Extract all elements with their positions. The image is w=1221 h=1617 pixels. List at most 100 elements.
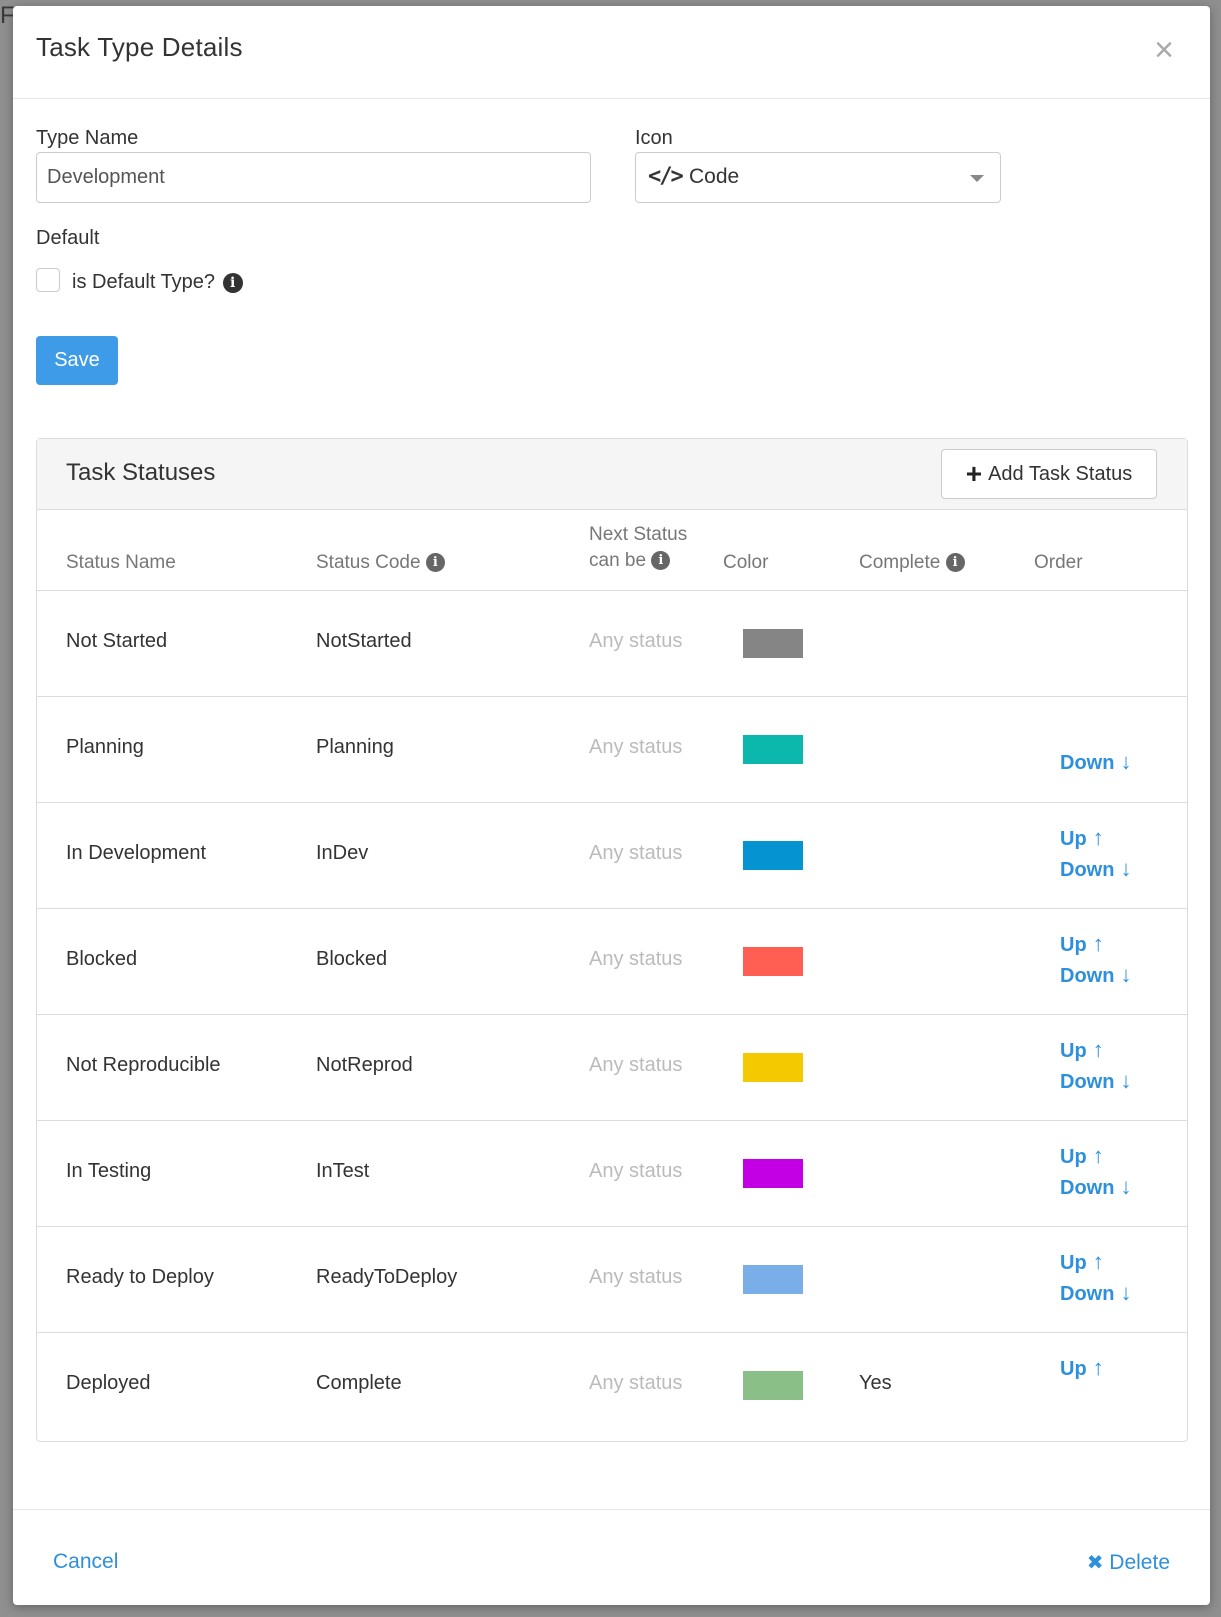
move-up-label: Up xyxy=(1060,1146,1087,1168)
status-code: Complete xyxy=(316,1372,402,1394)
column-header-next-status-line2-wrap: can be i xyxy=(589,548,687,574)
color-swatch xyxy=(743,735,803,764)
next-status: Any status xyxy=(589,630,683,652)
info-icon[interactable]: i xyxy=(425,553,445,573)
task-statuses-panel: Task Statuses + Add Task Status Status N… xyxy=(36,438,1188,1442)
info-icon[interactable]: i xyxy=(651,551,671,571)
column-header-order: Order xyxy=(1034,552,1083,573)
move-up-label: Up xyxy=(1060,1040,1087,1062)
move-down-label: Down xyxy=(1060,859,1115,881)
move-down-link[interactable]: Down ↓ xyxy=(1060,1278,1132,1309)
move-up-link[interactable]: Up ↑ xyxy=(1060,929,1132,960)
table-row[interactable]: Not Reproducible NotReprod Any status Up ↑ D… xyxy=(37,1015,1187,1121)
order-controls: Up ↑ Down ↓ xyxy=(1060,929,1132,991)
table-row[interactable]: In Testing InTest Any status Up ↑ Down ↓ xyxy=(37,1121,1187,1227)
arrow-up-icon: ↑ xyxy=(1086,1355,1104,1380)
arrow-down-icon: ↓ xyxy=(1114,1280,1132,1305)
status-code: InTest xyxy=(316,1160,370,1182)
delete-label: Delete xyxy=(1109,1551,1170,1574)
move-up-link[interactable]: Up ↑ xyxy=(1060,1035,1132,1066)
next-status: Any status xyxy=(589,1160,683,1182)
column-header-color: Color xyxy=(723,552,769,573)
move-down-link[interactable]: Down ↓ xyxy=(1060,747,1132,778)
column-header-next-status: Next Status can be i xyxy=(589,522,687,574)
move-down-label: Down xyxy=(1060,965,1115,987)
order-controls: Up ↑ Down ↓ xyxy=(1060,1141,1132,1203)
status-code: InDev xyxy=(316,842,369,864)
delete-icon: ✖ xyxy=(1086,1552,1104,1574)
move-down-label: Down xyxy=(1060,1071,1115,1093)
color-swatch xyxy=(743,947,803,976)
complete-value: Yes xyxy=(859,1372,892,1394)
table-row[interactable]: In Development InDev Any status Up ↑ Down ↓ xyxy=(37,803,1187,909)
next-status: Any status xyxy=(589,948,683,970)
arrow-up-icon: ↑ xyxy=(1086,1037,1104,1062)
save-button[interactable]: Save xyxy=(36,336,118,385)
move-up-link[interactable]: Up ↑ xyxy=(1060,1353,1104,1384)
modal-footer: Cancel ✖ Delete xyxy=(13,1509,1210,1606)
delete-button[interactable]: ✖ Delete xyxy=(1087,1550,1170,1575)
column-header-status-code: Status Code i xyxy=(316,550,445,576)
order-controls: Up ↑ Down ↓ xyxy=(1060,1247,1132,1309)
table-row[interactable]: Planning Planning Any status Down ↓ xyxy=(37,697,1187,803)
column-header-next-status-line2: can be xyxy=(589,550,647,571)
table-row[interactable]: Ready to Deploy ReadyToDeploy Any status Up… xyxy=(37,1227,1187,1333)
move-down-label: Down xyxy=(1060,752,1115,774)
status-table-body: Not Started NotStarted Any status Planning P… xyxy=(37,591,1187,1438)
move-up-label: Up xyxy=(1060,1252,1087,1274)
status-code: ReadyToDeploy xyxy=(316,1266,458,1288)
move-up-label: Up xyxy=(1060,1358,1087,1380)
column-header-status-name: Status Name xyxy=(66,552,176,573)
table-row[interactable]: Not Started NotStarted Any status xyxy=(37,591,1187,697)
column-header-status-code-label: Status Code xyxy=(316,552,421,573)
column-header-next-status-line1: Next Status xyxy=(589,524,688,545)
chevron-down-icon xyxy=(970,175,984,182)
add-task-status-button[interactable]: + Add Task Status xyxy=(941,449,1157,499)
column-header-complete-label: Complete xyxy=(859,552,941,573)
order-controls: Up ↑ xyxy=(1060,1353,1104,1384)
status-name: Deployed xyxy=(66,1372,151,1394)
move-down-label: Down xyxy=(1060,1177,1115,1199)
move-down-link[interactable]: Down ↓ xyxy=(1060,854,1132,885)
icon-select[interactable]: </> Code xyxy=(635,152,1001,203)
arrow-up-icon: ↑ xyxy=(1086,1143,1104,1168)
move-down-link[interactable]: Down ↓ xyxy=(1060,1066,1132,1097)
arrow-down-icon: ↓ xyxy=(1114,962,1132,987)
info-icon[interactable]: i xyxy=(222,272,243,293)
color-swatch xyxy=(743,1159,803,1188)
table-row[interactable]: Deployed Complete Any status Yes Up ↑ xyxy=(37,1333,1187,1438)
move-up-link[interactable]: Up ↑ xyxy=(1060,1247,1132,1278)
next-status: Any status xyxy=(589,736,683,758)
modal-title: Task Type Details xyxy=(36,32,243,62)
move-up-link[interactable]: Up ↑ xyxy=(1060,1141,1132,1172)
move-up-link[interactable]: Up ↑ xyxy=(1060,823,1132,854)
close-icon[interactable]: × xyxy=(1150,33,1178,67)
type-name-input[interactable] xyxy=(36,152,591,203)
status-name: Not Started xyxy=(66,630,168,652)
task-type-modal: Task Type Details × Type Name Icon </> C… xyxy=(13,6,1210,1605)
arrow-down-icon: ↓ xyxy=(1114,749,1132,774)
arrow-up-icon: ↑ xyxy=(1086,931,1104,956)
type-name-label: Type Name xyxy=(36,127,139,149)
status-code: NotReprod xyxy=(316,1054,413,1076)
color-swatch xyxy=(743,629,803,658)
move-down-label: Down xyxy=(1060,1283,1115,1305)
move-down-link[interactable]: Down ↓ xyxy=(1060,1172,1132,1203)
cancel-button[interactable]: Cancel xyxy=(53,1550,118,1574)
arrow-up-icon: ↑ xyxy=(1086,825,1104,850)
panel-header: Task Statuses + Add Task Status xyxy=(37,439,1187,510)
move-down-link[interactable]: Down ↓ xyxy=(1060,960,1132,991)
plus-icon: + xyxy=(965,458,983,489)
table-row[interactable]: Blocked Blocked Any status Up ↑ Down ↓ xyxy=(37,909,1187,1015)
color-swatch xyxy=(743,1265,803,1294)
color-swatch xyxy=(743,1371,803,1400)
default-type-checkbox[interactable] xyxy=(36,268,60,292)
code-icon: </> xyxy=(648,164,684,189)
modal-header: Task Type Details × xyxy=(13,6,1210,99)
info-icon[interactable]: i xyxy=(945,553,965,573)
icon-label: Icon xyxy=(635,127,673,149)
order-controls: Down ↓ xyxy=(1060,747,1132,778)
status-code: Planning xyxy=(316,736,394,758)
status-name: In Development xyxy=(66,842,207,864)
default-type-row: is Default Type? i xyxy=(72,271,243,294)
